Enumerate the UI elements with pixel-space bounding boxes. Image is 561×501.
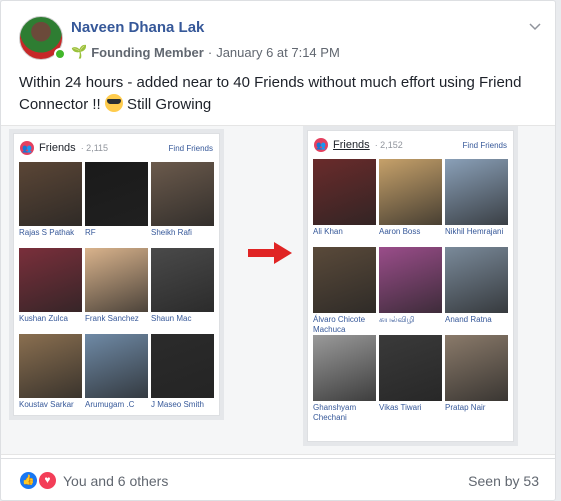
- friend-tile: Aaron Boss: [379, 159, 442, 245]
- friend-tile: J Maseo Smith: [151, 334, 214, 418]
- friend-photo: [313, 247, 376, 313]
- sunglasses-emoji-icon: [104, 94, 123, 112]
- friend-photo: [85, 162, 148, 226]
- friend-name: Ghanshyam Chechani: [313, 403, 357, 421]
- friend-name: Nikhil Hemrajani: [445, 227, 504, 236]
- friend-name: Aaron Boss: [379, 227, 421, 236]
- friend-photo: [379, 335, 442, 401]
- friends-icon: 👥: [314, 138, 328, 152]
- friend-tile: Ghanshyam Chechani: [313, 335, 376, 421]
- friend-tile: Sheikh Rafi: [151, 162, 214, 246]
- friend-photo: [85, 334, 148, 398]
- friends-title: Friends: [39, 142, 76, 154]
- friend-photo: [151, 334, 214, 398]
- like-reaction-icon: 👍: [19, 471, 38, 490]
- friend-tile: Pratap Nair: [445, 335, 508, 421]
- post-body-text: Within 24 hours - added near to 40 Frien…: [19, 74, 522, 113]
- friend-name: J Maseo Smith: [151, 400, 204, 409]
- chevron-down-icon[interactable]: [529, 19, 541, 34]
- reactions-text[interactable]: You and 6 others: [63, 473, 168, 489]
- friends-title: Friends: [333, 139, 370, 151]
- friends-count: · 2,152: [374, 140, 403, 150]
- friends-card-after: 👥 Friends · 2,152 Find Friends Ali Khan A…: [307, 130, 514, 442]
- member-badge: Founding Member: [91, 44, 204, 60]
- friends-card-header: 👥 Friends · 2,152 Find Friends: [308, 131, 513, 159]
- friend-tile: Vikas Tiwari: [379, 335, 442, 421]
- friend-name: RF: [85, 228, 96, 237]
- friends-grid: Rajas S Pathak RF Sheikh Rafi Kushan Zulca F…: [14, 162, 219, 418]
- post-meta: 🌱 Founding Member · January 6 at 7:14 PM: [71, 44, 340, 60]
- author-name[interactable]: Naveen Dhana Lak: [71, 19, 204, 36]
- friend-name: Anand Ratna: [445, 315, 492, 324]
- friend-photo: [445, 159, 508, 225]
- friend-tile: கயல்விழி: [379, 247, 442, 333]
- post-body-tail: Still Growing: [122, 96, 212, 113]
- friend-photo: [19, 248, 82, 312]
- friend-photo: [85, 248, 148, 312]
- friend-name: Pratap Nair: [445, 403, 486, 412]
- divider: [1, 458, 555, 459]
- arrow-right-icon: [248, 242, 292, 264]
- friend-tile: Arumugam .C: [85, 334, 148, 418]
- friend-name: Arumugam .C: [85, 400, 135, 409]
- friend-photo: [19, 162, 82, 226]
- friend-tile: Koustav Sarkar: [19, 334, 82, 418]
- friends-icon: 👥: [20, 141, 34, 155]
- friend-name: Álvaro Chicote Machuca: [313, 315, 366, 333]
- feed-post: Naveen Dhana Lak 🌱 Founding Member · Jan…: [0, 0, 556, 501]
- friend-name: Sheikh Rafi: [151, 228, 192, 237]
- friend-tile: Anand Ratna: [445, 247, 508, 333]
- friend-photo: [379, 159, 442, 225]
- friend-photo: [445, 335, 508, 401]
- friend-tile: Shaun Mac: [151, 248, 214, 332]
- love-reaction-icon: ♥: [38, 471, 57, 490]
- friend-name: கயல்விழி: [379, 315, 415, 324]
- post-text: Within 24 hours - added near to 40 Frien…: [19, 72, 539, 116]
- friend-name: Rajas S Pathak: [19, 228, 75, 237]
- friend-tile: Kushan Zulca: [19, 248, 82, 332]
- friend-tile: Rajas S Pathak: [19, 162, 82, 246]
- friends-card-before: 👥 Friends · 2,115 Find Friends Rajas S P…: [13, 133, 220, 416]
- friend-name: Frank Sanchez: [85, 314, 139, 323]
- friends-count: · 2,115: [80, 143, 109, 153]
- friend-photo: [313, 335, 376, 401]
- friend-name: Vikas Tiwari: [379, 403, 422, 412]
- friend-photo: [313, 159, 376, 225]
- seen-by-count[interactable]: Seen by 53: [468, 473, 539, 489]
- friend-tile: Nikhil Hemrajani: [445, 159, 508, 245]
- friends-card-header: 👥 Friends · 2,115 Find Friends: [14, 134, 219, 162]
- sprout-icon: 🌱: [71, 44, 88, 59]
- online-status-dot: [54, 48, 66, 60]
- friend-name: Kushan Zulca: [19, 314, 68, 323]
- friends-grid: Ali Khan Aaron Boss Nikhil Hemrajani Álvaro…: [308, 159, 513, 421]
- find-friends-link: Find Friends: [168, 143, 213, 153]
- friend-name: Ali Khan: [313, 227, 343, 236]
- find-friends-link: Find Friends: [462, 140, 507, 150]
- post-image[interactable]: 👥 Friends · 2,115 Find Friends Rajas S P…: [1, 125, 555, 455]
- friend-photo: [19, 334, 82, 398]
- friend-tile: RF: [85, 162, 148, 246]
- friend-photo: [445, 247, 508, 313]
- friend-photo: [379, 247, 442, 313]
- friend-name: Shaun Mac: [151, 314, 192, 323]
- post-timestamp[interactable]: January 6 at 7:14 PM: [216, 45, 340, 60]
- friend-photo: [151, 162, 214, 226]
- friend-tile: Álvaro Chicote Machuca: [313, 247, 376, 333]
- reactions-summary[interactable]: 👍 ♥ You and 6 others: [19, 471, 168, 490]
- meta-separator: ·: [207, 44, 213, 60]
- friend-photo: [151, 248, 214, 312]
- friend-tile: Frank Sanchez: [85, 248, 148, 332]
- friend-tile: Ali Khan: [313, 159, 376, 245]
- friend-name: Koustav Sarkar: [19, 400, 74, 409]
